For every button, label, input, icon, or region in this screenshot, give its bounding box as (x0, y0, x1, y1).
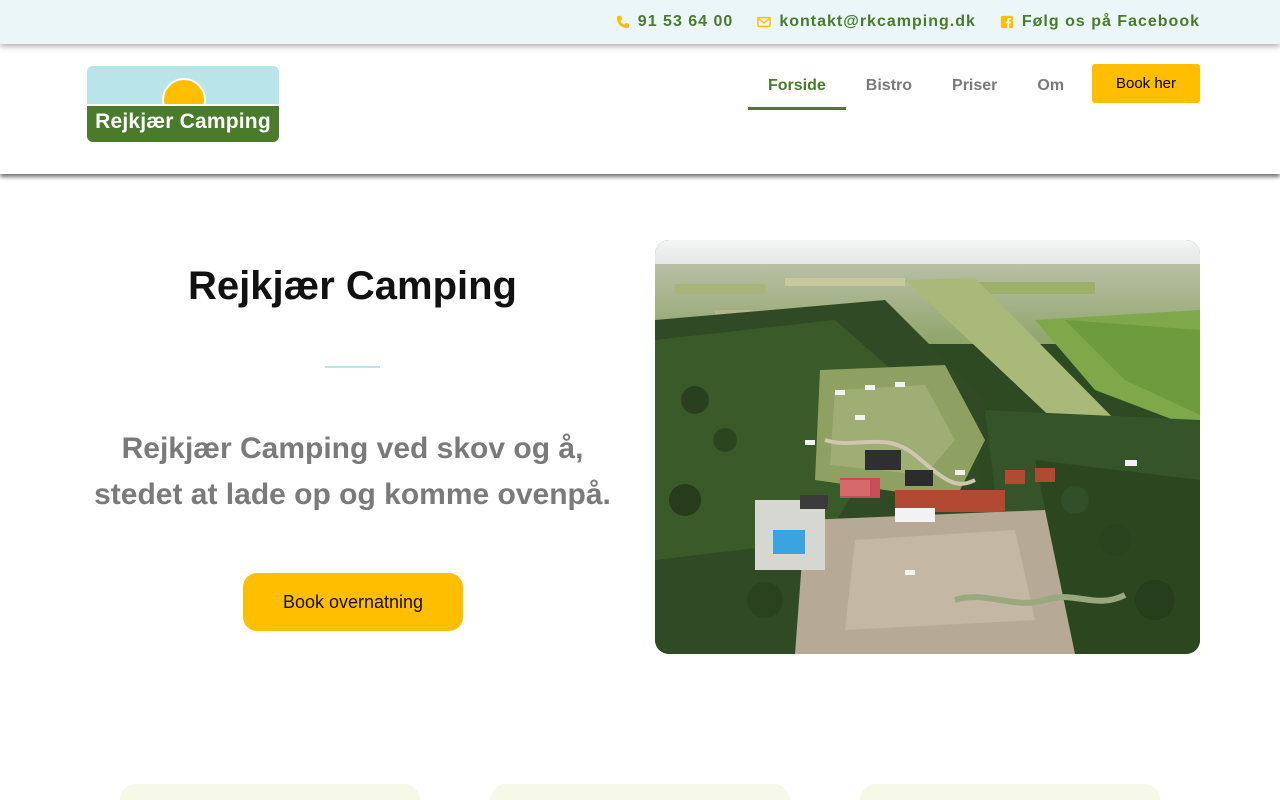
facebook-link[interactable]: Følg os på Facebook (1000, 13, 1200, 31)
hero-subtitle: Rejkjær Camping ved skov og å, stedet at… (80, 426, 625, 518)
nav-item-forside[interactable]: Forside (748, 64, 846, 110)
phone-link[interactable]: 91 53 64 00 (616, 13, 734, 31)
logo-text: Rejkjær Camping (95, 110, 271, 133)
feature-card-3 (860, 784, 1160, 800)
feature-card-1 (120, 784, 420, 800)
book-here-button[interactable]: Book her (1092, 64, 1200, 103)
main-nav: Forside Bistro Priser Om (748, 64, 1084, 110)
aerial-photo-illustration (655, 240, 1200, 654)
mail-icon (757, 16, 772, 28)
aerial-campsite-photo (655, 240, 1200, 654)
contact-links: 91 53 64 00 kontakt@rkcamping.dk Følg os… (616, 0, 1200, 44)
facebook-icon (1000, 15, 1013, 29)
email-address: kontakt@rkcamping.dk (779, 13, 976, 30)
site-header: Rejkjær Camping Forside Bistro Priser Om… (0, 44, 1280, 174)
phone-number: 91 53 64 00 (637, 13, 734, 30)
nav-item-priser[interactable]: Priser (932, 64, 1017, 110)
feature-card-2 (490, 784, 790, 800)
phone-icon (616, 15, 629, 29)
book-overnight-button[interactable]: Book overnatning (243, 573, 463, 631)
facebook-label: Følg os på Facebook (1021, 13, 1200, 30)
hero-divider (325, 366, 380, 368)
nav-item-bistro[interactable]: Bistro (846, 64, 932, 110)
topbar: 91 53 64 00 kontakt@rkcamping.dk Følg os… (0, 0, 1280, 44)
hero-subtitle-line-2: stedet at lade op og komme ovenpå. (94, 478, 611, 511)
hero-subtitle-line-1: Rejkjær Camping ved skov og å, (121, 432, 584, 465)
site-logo[interactable]: Rejkjær Camping (87, 66, 279, 142)
nav-item-om[interactable]: Om (1017, 64, 1084, 110)
email-link[interactable]: kontakt@rkcamping.dk (757, 13, 976, 31)
hero-title: Rejkjær Camping (188, 264, 517, 308)
